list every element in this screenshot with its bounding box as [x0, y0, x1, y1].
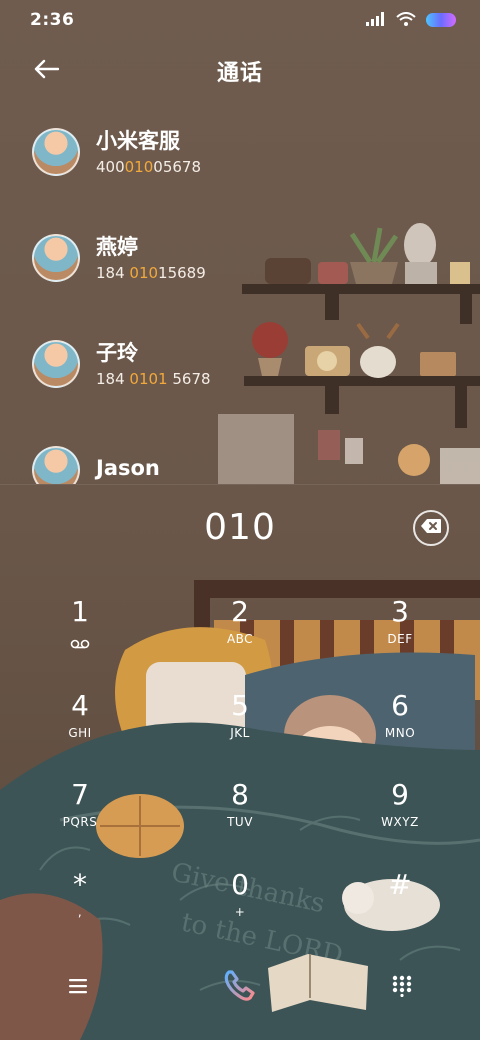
dialpad-icon — [392, 975, 412, 1001]
key-letters: JKL — [230, 726, 250, 740]
key-digit: * — [73, 868, 87, 901]
menu-icon — [68, 978, 88, 998]
avatar — [32, 234, 80, 282]
key-digit: 7 — [71, 778, 89, 811]
number-suffix: 5678 — [167, 370, 211, 388]
contact-number: 184 01015689 — [96, 264, 206, 282]
key-8[interactable]: 8 TUV — [160, 775, 320, 863]
key-9[interactable]: 9 WXYZ — [320, 775, 480, 863]
key-digit: 1 — [71, 595, 89, 628]
number-prefix: 400 — [96, 158, 125, 176]
contact-name: 燕婷 — [96, 235, 138, 259]
contact-item[interactable]: Jason — [0, 420, 480, 484]
key-letters: , — [77, 905, 83, 919]
key-digit: 4 — [71, 689, 89, 722]
number-match-highlight: 010 — [124, 158, 154, 176]
number-prefix: 184 — [96, 264, 130, 282]
dialpad-toggle-button[interactable] — [380, 968, 424, 1008]
key-digit: 3 — [391, 595, 409, 628]
key-digit: 5 — [231, 689, 249, 722]
key-hash[interactable]: # — [320, 865, 480, 953]
backspace-icon — [420, 518, 442, 538]
contact-item[interactable]: 子玲 184 0101 5678 — [0, 314, 480, 414]
key-letters: MNO — [384, 726, 416, 740]
call-button[interactable] — [218, 968, 262, 1008]
key-digit: 2 — [231, 595, 249, 628]
key-digit: 0 — [231, 868, 249, 901]
status-bar: 2:36 — [0, 0, 480, 40]
delete-button[interactable] — [413, 510, 449, 546]
contact-name: 子玲 — [96, 341, 138, 365]
back-button[interactable] — [26, 54, 66, 88]
key-3[interactable]: 3 DEF — [320, 592, 480, 680]
voicemail-icon — [70, 634, 90, 653]
key-letters: GHI — [68, 726, 92, 740]
contact-name: Jason — [96, 456, 160, 480]
key-letters: PQRS — [62, 815, 98, 829]
avatar — [32, 128, 80, 176]
status-time: 2:36 — [30, 10, 75, 30]
dialed-number-display[interactable]: 010 — [0, 500, 480, 556]
key-letters: TUV — [227, 815, 253, 829]
key-digit: 8 — [231, 778, 249, 811]
contact-text: 子玲 184 0101 5678 — [96, 340, 211, 388]
number-match-highlight: 0101 — [129, 370, 168, 388]
signal-icon — [366, 11, 386, 30]
phone-icon — [223, 969, 257, 1007]
avatar — [32, 446, 80, 484]
bottom-action-bar — [0, 960, 480, 1016]
number-suffix: 05678 — [153, 158, 201, 176]
contact-suggestion-list: 小米客服 40001005678 燕婷 184 01015689 子玲 184 … — [0, 100, 480, 484]
status-icons — [366, 11, 456, 30]
contact-text: 燕婷 184 01015689 — [96, 234, 206, 282]
contact-item[interactable]: 小米客服 40001005678 — [0, 102, 480, 202]
contact-number: 184 0101 5678 — [96, 370, 211, 388]
contact-number: 40001005678 — [96, 158, 201, 176]
divider — [0, 484, 480, 485]
key-digit: 6 — [391, 689, 409, 722]
key-0[interactable]: 0 + — [160, 865, 320, 953]
key-star[interactable]: * , — [0, 865, 160, 953]
menu-button[interactable] — [56, 968, 100, 1008]
header: 通话 — [0, 44, 480, 98]
number-suffix: 15689 — [158, 264, 206, 282]
key-4[interactable]: 4 GHI — [0, 686, 160, 774]
key-letters: DEF — [387, 632, 413, 646]
arrow-left-icon — [33, 59, 60, 83]
key-letters: + — [234, 905, 246, 919]
key-digit: 9 — [391, 778, 409, 811]
battery-icon — [426, 13, 456, 27]
key-letters: ABC — [226, 632, 254, 646]
key-2[interactable]: 2 ABC — [160, 592, 320, 680]
number-prefix: 184 — [96, 370, 130, 388]
page-title: 通话 — [216, 61, 263, 86]
wifi-icon — [396, 11, 416, 30]
contact-item[interactable]: 燕婷 184 01015689 — [0, 208, 480, 308]
key-letters: WXYZ — [381, 815, 419, 829]
key-5[interactable]: 5 JKL — [160, 686, 320, 774]
key-digit: # — [388, 868, 412, 901]
key-6[interactable]: 6 MNO — [320, 686, 480, 774]
contact-text: Jason — [96, 455, 160, 484]
contact-text: 小米客服 40001005678 — [96, 128, 201, 176]
avatar — [32, 340, 80, 388]
dial-keypad: 1 2 ABC 3 DEF 4 GHI 5 JKL 6 MNO 7 PQRS 8… — [0, 592, 480, 952]
key-7[interactable]: 7 PQRS — [0, 775, 160, 863]
contact-name: 小米客服 — [96, 129, 180, 153]
number-match-highlight: 010 — [129, 264, 159, 282]
key-1[interactable]: 1 — [0, 592, 160, 680]
